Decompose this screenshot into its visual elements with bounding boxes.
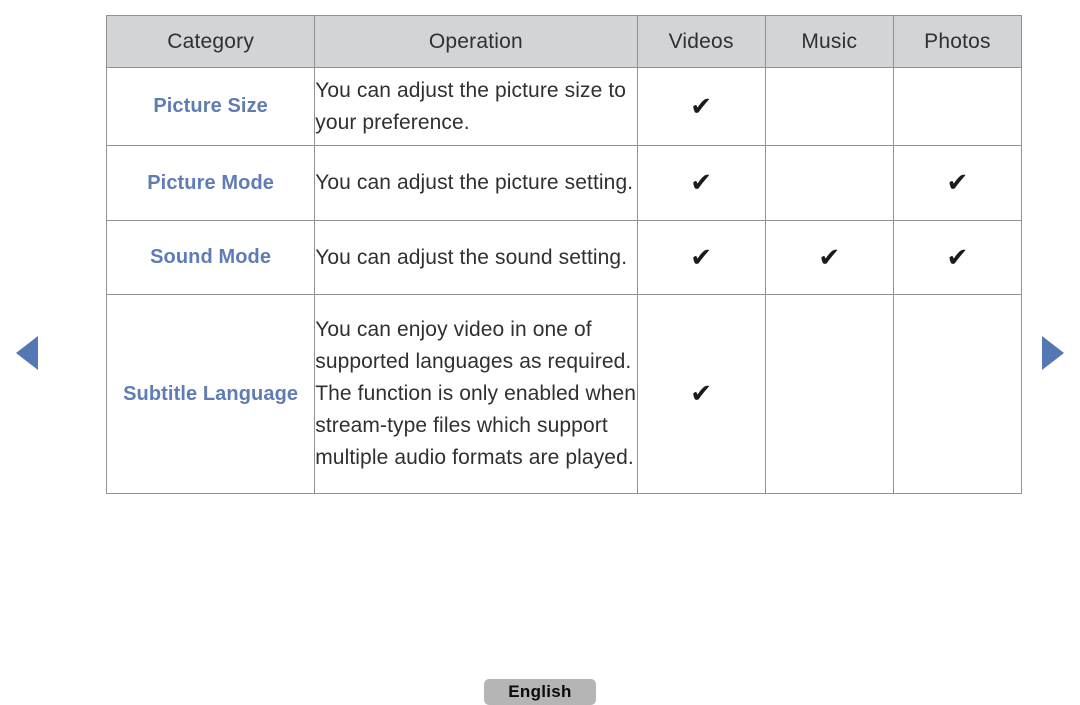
- row-operation-text: You can adjust the sound setting.: [314, 220, 638, 295]
- table-body: Picture Size You can adjust the picture …: [105, 67, 1023, 494]
- feature-support-table: Category Operation Videos Music Photos P…: [105, 15, 1023, 494]
- row-operation-text: You can enjoy video in one of supported …: [314, 294, 638, 494]
- column-header-videos: Videos: [636, 15, 766, 68]
- support-cell-photos: ✔: [892, 294, 1023, 494]
- table-row: Picture Size You can adjust the picture …: [105, 67, 1023, 146]
- support-cell-music: ✔: [764, 220, 894, 295]
- support-cell-videos: ✔: [636, 294, 766, 494]
- support-cell-photos: ✔: [892, 220, 1023, 295]
- table-header: Category Operation Videos Music Photos: [105, 15, 1023, 68]
- support-cell-videos: ✔: [636, 220, 766, 295]
- row-category-label: Picture Size: [105, 67, 316, 146]
- table-row: Picture Mode You can adjust the picture …: [105, 145, 1023, 221]
- support-cell-videos: ✔: [636, 145, 766, 221]
- language-button[interactable]: English: [484, 679, 596, 705]
- check-icon: ✔: [690, 379, 713, 409]
- check-icon: ✔: [946, 242, 969, 273]
- check-icon: ✔: [818, 242, 841, 273]
- row-operation-text: You can adjust the picture setting.: [314, 145, 638, 221]
- table-row: Subtitle Language You can enjoy video in…: [105, 294, 1023, 494]
- support-cell-videos: ✔: [636, 67, 766, 146]
- support-cell-photos: ✔: [892, 67, 1023, 146]
- column-header-photos: Photos: [892, 15, 1023, 68]
- row-category-label: Sound Mode: [105, 220, 316, 295]
- table-row: Sound Mode You can adjust the sound sett…: [105, 220, 1023, 295]
- manual-page: Category Operation Videos Music Photos P…: [0, 0, 1080, 705]
- row-operation-text: You can adjust the picture size to your …: [314, 67, 638, 146]
- column-header-music: Music: [764, 15, 894, 68]
- support-cell-music: ✔: [764, 67, 894, 146]
- column-header-operation: Operation: [314, 15, 638, 68]
- triangle-right-icon[interactable]: [1042, 336, 1064, 370]
- check-icon: ✔: [690, 91, 713, 122]
- support-cell-music: ✔: [764, 294, 894, 494]
- support-cell-photos: ✔: [892, 145, 1023, 221]
- table-header-row: Category Operation Videos Music Photos: [105, 15, 1023, 68]
- support-cell-music: ✔: [764, 145, 894, 221]
- row-category-label: Picture Mode: [105, 145, 316, 221]
- check-icon: ✔: [690, 168, 713, 198]
- triangle-left-icon[interactable]: [16, 336, 38, 370]
- check-icon: ✔: [946, 168, 969, 198]
- column-header-category: Category: [105, 15, 316, 68]
- row-category-label: Subtitle Language: [105, 294, 316, 494]
- check-icon: ✔: [690, 242, 713, 273]
